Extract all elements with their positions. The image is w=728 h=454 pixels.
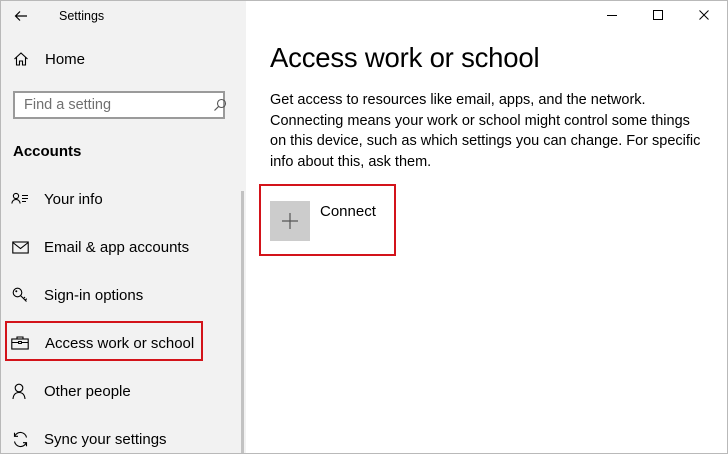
search-box[interactable] <box>13 91 227 119</box>
search-input[interactable] <box>15 93 213 117</box>
person-icon <box>10 383 30 400</box>
minimize-button[interactable] <box>589 1 635 29</box>
close-button[interactable] <box>681 1 727 29</box>
close-icon <box>699 10 709 20</box>
window-controls <box>589 1 727 29</box>
sidebar-scrollbar[interactable] <box>241 191 244 453</box>
home-nav-item[interactable]: Home <box>1 39 246 79</box>
mail-icon <box>10 240 30 254</box>
sidebar-item-label: Other people <box>44 382 131 400</box>
sidebar: Settings Home Accounts <box>1 1 246 453</box>
sidebar-item-label: Your info <box>44 190 103 208</box>
maximize-icon <box>653 10 663 20</box>
maximize-button[interactable] <box>635 1 681 29</box>
home-label: Home <box>45 50 86 68</box>
key-icon <box>10 287 30 304</box>
search-icon[interactable] <box>213 98 227 112</box>
connect-label[interactable]: Connect <box>320 203 376 220</box>
sidebar-item-your-info[interactable]: Your info <box>1 175 246 223</box>
main-content: Access work or school Get access to reso… <box>246 1 727 453</box>
sidebar-item-sign-in-options[interactable]: Sign-in options <box>1 271 246 319</box>
sidebar-item-email-app-accounts[interactable]: Email & app accounts <box>1 223 246 271</box>
sidebar-item-sync-your-settings[interactable]: Sync your settings <box>1 415 246 453</box>
page-title: Access work or school <box>270 42 540 73</box>
home-icon <box>11 51 31 67</box>
settings-window: Settings Home Accounts <box>0 0 728 454</box>
minimize-icon <box>607 15 617 16</box>
sidebar-item-label: Sign-in options <box>44 286 144 304</box>
back-arrow-icon <box>14 11 27 21</box>
highlight-box-sidebar <box>5 321 203 361</box>
section-title-accounts: Accounts <box>13 143 82 160</box>
sync-icon <box>10 431 30 448</box>
sidebar-item-label: Email & app accounts <box>44 238 190 256</box>
back-button[interactable] <box>7 3 35 29</box>
contact-card-icon <box>10 192 30 206</box>
accounts-nav: Your info Email & app accounts Sign-in o… <box>1 175 246 453</box>
app-title: Settings <box>59 9 105 23</box>
page-description: Get access to resources like email, apps… <box>270 92 701 170</box>
sidebar-item-other-people[interactable]: Other people <box>1 367 246 415</box>
plus-icon <box>282 213 298 229</box>
connect-button[interactable] <box>270 201 310 241</box>
sidebar-item-label: Sync your settings <box>44 430 167 448</box>
